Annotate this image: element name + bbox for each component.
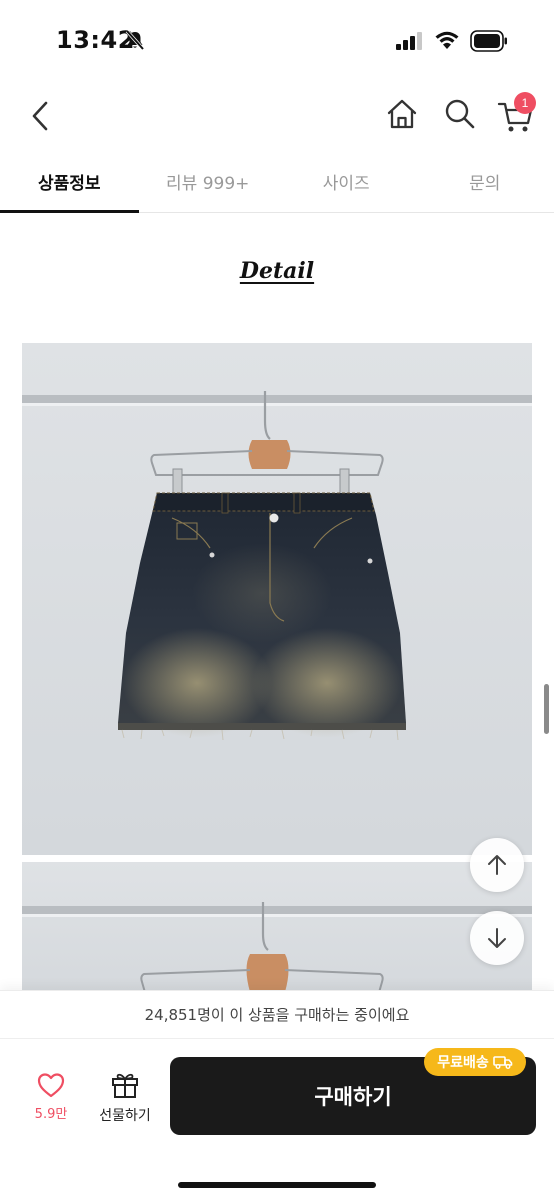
detail-title: Detail	[239, 258, 315, 284]
battery-icon	[470, 30, 508, 56]
scroll-up-button[interactable]	[470, 838, 524, 892]
free-shipping-badge: 무료배송	[424, 1048, 526, 1076]
signal-icon	[396, 32, 424, 54]
gift-label: 선물하기	[99, 1108, 151, 1124]
search-button[interactable]	[442, 96, 478, 132]
home-indicator	[178, 1182, 376, 1188]
free-shipping-label: 무료배송	[437, 1055, 489, 1071]
bell-off-icon	[124, 29, 146, 55]
like-count: 5.9만	[34, 1107, 68, 1122]
gift-icon	[112, 1073, 138, 1098]
scroll-indicator[interactable]	[544, 684, 549, 734]
arrow-down-icon	[488, 928, 506, 948]
arrow-up-icon	[488, 855, 506, 875]
heart-icon	[37, 1073, 65, 1098]
tab-size[interactable]: 사이즈	[277, 150, 416, 212]
cart-badge: 1	[514, 92, 536, 114]
wifi-icon	[434, 30, 460, 54]
back-button[interactable]	[24, 96, 56, 136]
search-icon	[445, 99, 475, 129]
scroll-down-button[interactable]	[470, 911, 524, 965]
top-nav	[0, 80, 554, 150]
product-detail-image	[22, 343, 532, 855]
delivery-truck-icon	[492, 1056, 513, 1069]
status-bar: 13:42	[0, 0, 554, 80]
purchase-notice: 24,851명이 이 상품을 구매하는 중이에요	[0, 990, 554, 1038]
purchase-notice-text: 24,851명이 이 상품을 구매하는 중이에요	[144, 1006, 410, 1024]
home-button[interactable]	[384, 96, 420, 132]
back-chevron-icon	[32, 101, 48, 131]
tab-reviews[interactable]: 리뷰 999+	[139, 150, 278, 212]
home-icon	[387, 99, 417, 129]
tab-product-info[interactable]: 상품정보	[0, 150, 139, 213]
tab-bar: 상품정보 리뷰 999+ 사이즈 문의	[0, 150, 554, 213]
gift-button[interactable]: 선물하기	[92, 1069, 158, 1133]
product-detail-image-2	[22, 862, 532, 1002]
tab-inquiry[interactable]: 문의	[416, 150, 554, 212]
like-button[interactable]: 5.9만	[24, 1071, 78, 1133]
